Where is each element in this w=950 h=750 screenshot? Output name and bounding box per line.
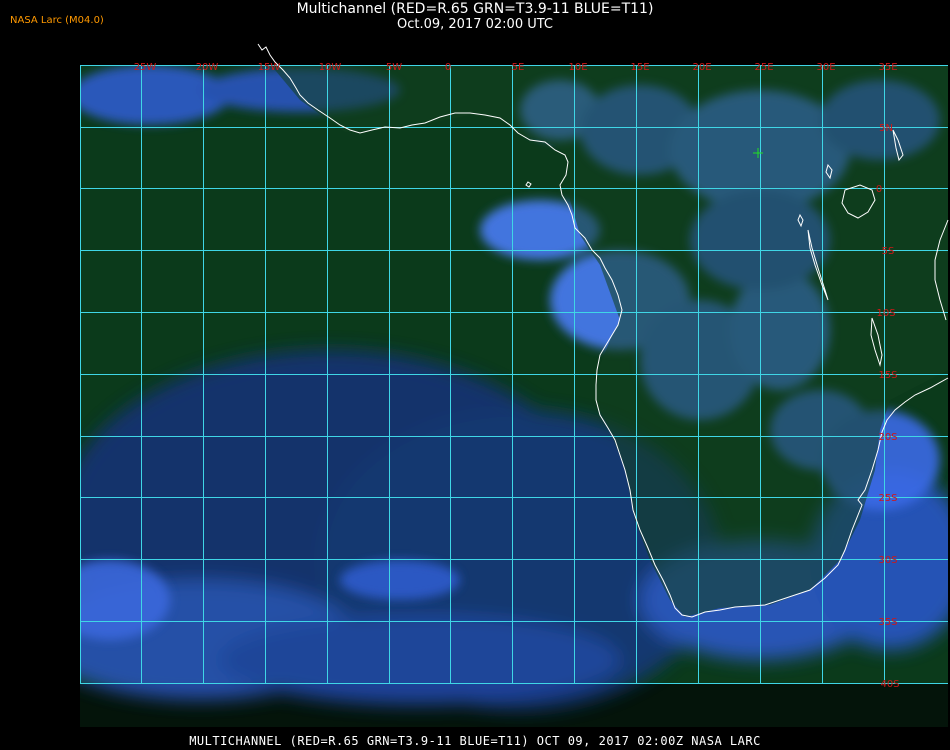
lat-label: 30S: [878, 555, 897, 566]
lon-label: 5W: [386, 62, 402, 73]
lat-label: 5S: [882, 246, 895, 257]
image-title: Multichannel (RED=R.65 GRN=T3.9-11 BLUE=…: [296, 1, 654, 17]
lon-label: 10E: [568, 62, 587, 73]
lon-label: 15W: [258, 62, 281, 73]
lat-label: 0: [876, 184, 882, 195]
lon-label: 25W: [134, 62, 157, 73]
lon-label: 30E: [816, 62, 835, 73]
lon-label: 20E: [692, 62, 711, 73]
footer-caption: MULTICHANNEL (RED=R.65 GRN=T3.9-11 BLUE=…: [189, 734, 761, 748]
lat-label: 25S: [878, 493, 897, 504]
lat-label: 5N: [879, 123, 893, 134]
lat-label: 15S: [878, 370, 897, 381]
satellite-map: 25W 20W 15W 10W 5W 0 5E 10E 15E 20E 25E …: [80, 43, 949, 727]
lat-label: 10S: [876, 308, 895, 319]
producer-credit: NASA Larc (M04.0): [10, 15, 104, 26]
lon-label: 10W: [319, 62, 342, 73]
lon-label: 20W: [196, 62, 219, 73]
lat-label: 40S: [880, 679, 899, 690]
lon-label: 25E: [754, 62, 773, 73]
image-timestamp: Oct.09, 2017 02:00 UTC: [397, 17, 553, 32]
lon-label: 5E: [512, 62, 525, 73]
lon-label: 0: [445, 62, 451, 73]
lat-label: 20S: [878, 432, 897, 443]
lat-label: 35S: [878, 617, 897, 628]
lon-label: 15E: [630, 62, 649, 73]
lon-label: 35E: [878, 62, 897, 73]
